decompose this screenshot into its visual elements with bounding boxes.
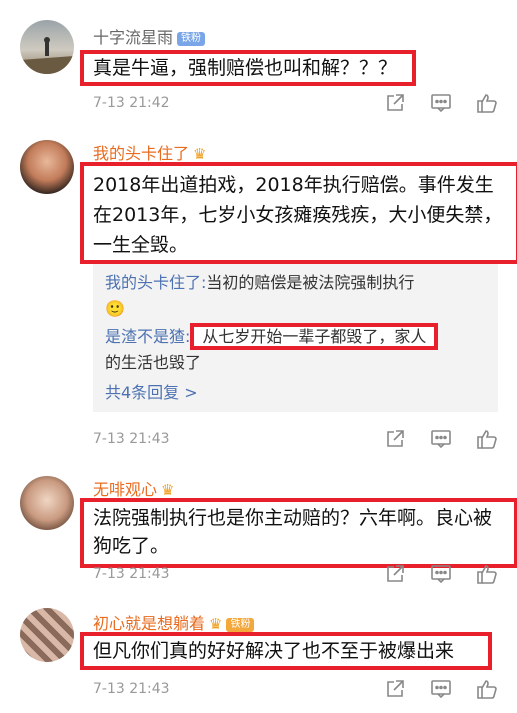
reply-box: 我的头卡住了:当初的赔偿是被法院强制执行 🙂 是渣不是猹: 从七岁开始一辈子都毁了… — [93, 264, 498, 412]
share-icon[interactable] — [383, 563, 407, 585]
comment-actions — [383, 563, 499, 585]
comment-3: 无啡观心 ♛ 法院强制执行也是你主动赔的？六年啊。良心被狗吃了。 7-13 21:… — [0, 460, 517, 590]
timestamp: 7-13 21:43 — [93, 431, 170, 447]
crown-icon: ♛ — [209, 615, 223, 633]
reply-item: 是渣不是猹: 从七岁开始一辈子都毁了，家人 的生活也毁了 — [105, 323, 488, 376]
comment-text: 2018年出道拍戏，2018年执行赔偿。事件发生在2013年，七岁小女孩瘫痪残疾… — [80, 162, 517, 264]
comment-icon[interactable] — [429, 92, 453, 114]
reply-author[interactable]: 是渣不是猹: — [105, 327, 190, 346]
timestamp: 7-13 21:42 — [93, 95, 170, 111]
fan-badge: 铁粉 — [177, 32, 206, 46]
avatar[interactable] — [20, 608, 74, 662]
more-replies-link[interactable]: 共4条回复 > — [105, 380, 488, 406]
avatar[interactable] — [20, 476, 74, 530]
comment-text: 真是牛逼，强制赔偿也叫和解？？？ — [80, 50, 416, 86]
share-icon[interactable] — [383, 428, 407, 450]
highlighted-reply-text: 从七岁开始一辈子都毁了，家人 — [190, 323, 439, 350]
timestamp: 7-13 21:43 — [93, 566, 170, 582]
smile-emoji: 🙂 — [105, 299, 125, 318]
username[interactable]: 十字流星雨 铁粉 — [93, 24, 206, 48]
reply-author[interactable]: 我的头卡住了: — [105, 273, 206, 292]
like-icon[interactable] — [475, 678, 499, 700]
crown-icon: ♛ — [193, 145, 207, 163]
comment-1: 十字流星雨 铁粉 真是牛逼，强制赔偿也叫和解？？？ 7-13 21:42 — [0, 0, 517, 120]
comment-4: 初心就是想躺着 ♛ 铁粉 但凡你们真的好好解决了也不至于被爆出来 7-13 21:4… — [0, 590, 517, 713]
comment-actions — [383, 92, 499, 114]
reply-item: 我的头卡住了:当初的赔偿是被法院强制执行 🙂 — [105, 270, 488, 322]
comment-icon[interactable] — [429, 563, 453, 585]
like-icon[interactable] — [475, 428, 499, 450]
username[interactable]: 我的头卡住了 ♛ — [93, 140, 206, 164]
comment-actions — [383, 428, 499, 450]
comment-text: 法院强制执行也是你主动赔的？六年啊。良心被狗吃了。 — [80, 498, 517, 568]
avatar[interactable] — [20, 20, 74, 74]
comment-2: 我的头卡住了 ♛ 2018年出道拍戏，2018年执行赔偿。事件发生在2013年，七… — [0, 120, 517, 460]
avatar[interactable] — [20, 140, 74, 194]
like-icon[interactable] — [475, 563, 499, 585]
fan-badge: 铁粉 — [226, 618, 255, 632]
like-icon[interactable] — [475, 92, 499, 114]
comment-actions — [383, 678, 499, 700]
comment-text: 但凡你们真的好好解决了也不至于被爆出来 — [80, 632, 492, 670]
comment-icon[interactable] — [429, 678, 453, 700]
crown-icon: ♛ — [161, 481, 175, 499]
username[interactable]: 初心就是想躺着 ♛ 铁粉 — [93, 610, 255, 634]
comment-icon[interactable] — [429, 428, 453, 450]
share-icon[interactable] — [383, 678, 407, 700]
username[interactable]: 无啡观心 ♛ — [93, 476, 174, 500]
timestamp: 7-13 21:43 — [93, 681, 170, 697]
share-icon[interactable] — [383, 92, 407, 114]
